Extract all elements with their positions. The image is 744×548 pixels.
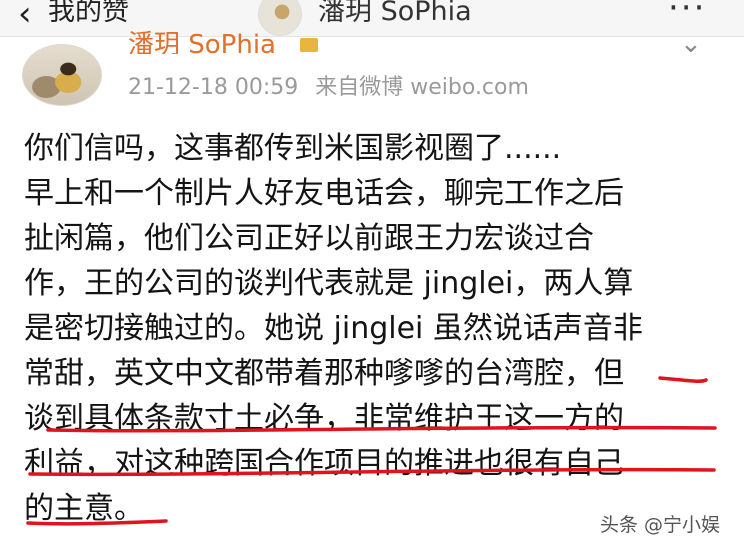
post-timestamp: 21-12-18 00:59	[128, 75, 299, 100]
post-text-line: 常甜，英文中文都带着那种嗲嗲的台湾腔，但	[24, 356, 624, 391]
account-name[interactable]: 潘玥 SoPhia	[318, 0, 472, 30]
top-bar: ‹ 我的赞 潘玥 SoPhia ···	[0, 0, 744, 37]
post-meta: 21-12-18 00:59 来自微博 weibo.com	[128, 73, 539, 103]
post-text-line: 你们信吗，这事都传到米国影视圈了......	[24, 131, 562, 166]
post-content: 你们信吗，这事都传到米国影视圈了...... 早上和一个制片人好友电话会，聊完工…	[24, 126, 724, 531]
vip-badge-icon	[300, 38, 318, 52]
post-text-line: 是密切接触过的。她说 jinglei 虽然说话声音非	[24, 311, 643, 346]
author-avatar[interactable]	[22, 44, 102, 106]
post-text-line: 利益，对这种跨国合作项目的推进也很有自己	[24, 446, 624, 481]
follow-chevron-icon[interactable]: ⌄	[680, 30, 708, 58]
back-label[interactable]: 我的赞	[48, 0, 129, 30]
more-options-icon[interactable]: ···	[668, 0, 706, 26]
post-text-line: 作，王的公司的谈判代表就是 jinglei，两人算	[24, 266, 634, 301]
post-text-line: 扯闲篇，他们公司正好以前跟王力宏谈过合	[24, 221, 594, 256]
watermark: 头条 @宁小娱	[600, 514, 721, 536]
post-author-name[interactable]: 潘玥 SoPhia	[128, 30, 276, 54]
back-chevron-icon[interactable]: ‹	[18, 0, 32, 31]
post-text-line: 早上和一个制片人好友电话会，聊完工作之后	[24, 176, 624, 211]
post-text-line: 谈到具体条款寸土必争，非常维护王这一方的	[24, 401, 624, 436]
post-source: 来自微博 weibo.com	[315, 75, 529, 100]
